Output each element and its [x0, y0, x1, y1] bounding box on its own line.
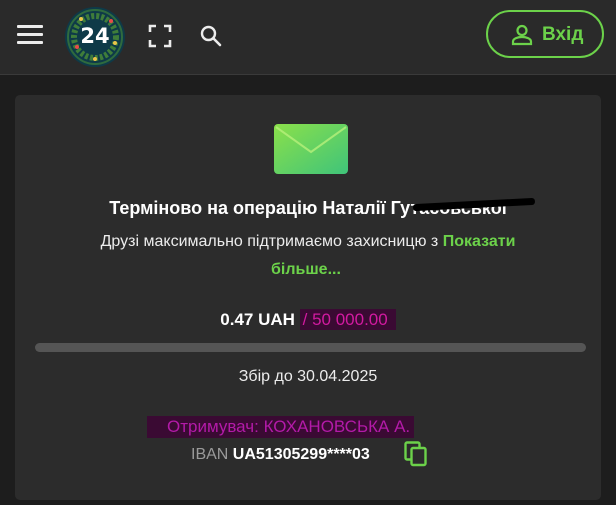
- iban-label: IBAN: [191, 446, 229, 463]
- logo-text: 24: [80, 24, 110, 48]
- top-bar: 24 Вхід: [0, 0, 616, 75]
- iban-row: IBAN UA51305299****03: [191, 443, 370, 467]
- fundraiser-description: Друзі максимально підтримаємо захисницю …: [15, 233, 601, 251]
- envelope-icon: [274, 124, 348, 174]
- amount-raised: 0.47 UAH: [220, 310, 295, 329]
- recipient-name: Отримувач: КОХАНОВСЬКА А.: [147, 416, 415, 438]
- login-label: Вхід: [542, 24, 584, 45]
- fundraiser-card: Терміново на операцію Наталії Гутасовськ…: [15, 95, 601, 500]
- copy-icon[interactable]: [404, 441, 428, 467]
- deadline-text: Збір до 30.04.2025: [238, 368, 378, 385]
- fundraiser-amount: 0.47 UAH / 50 000.00: [15, 309, 601, 330]
- search-icon[interactable]: [199, 24, 223, 48]
- show-more-link[interactable]: Показати: [443, 233, 516, 250]
- user-icon: [510, 23, 534, 47]
- iban-value: UA51305299****03: [232, 446, 370, 463]
- login-button[interactable]: Вхід: [486, 10, 604, 58]
- progress-bar: [35, 343, 586, 352]
- site-logo[interactable]: 24: [65, 7, 125, 67]
- description-text: Друзі максимально підтримаємо захисницю …: [100, 233, 439, 250]
- amount-goal: / 50 000.00: [299, 309, 396, 330]
- menu-icon[interactable]: [17, 25, 43, 45]
- fullscreen-icon[interactable]: [148, 24, 172, 48]
- show-more-link-continued[interactable]: більше...: [271, 261, 341, 279]
